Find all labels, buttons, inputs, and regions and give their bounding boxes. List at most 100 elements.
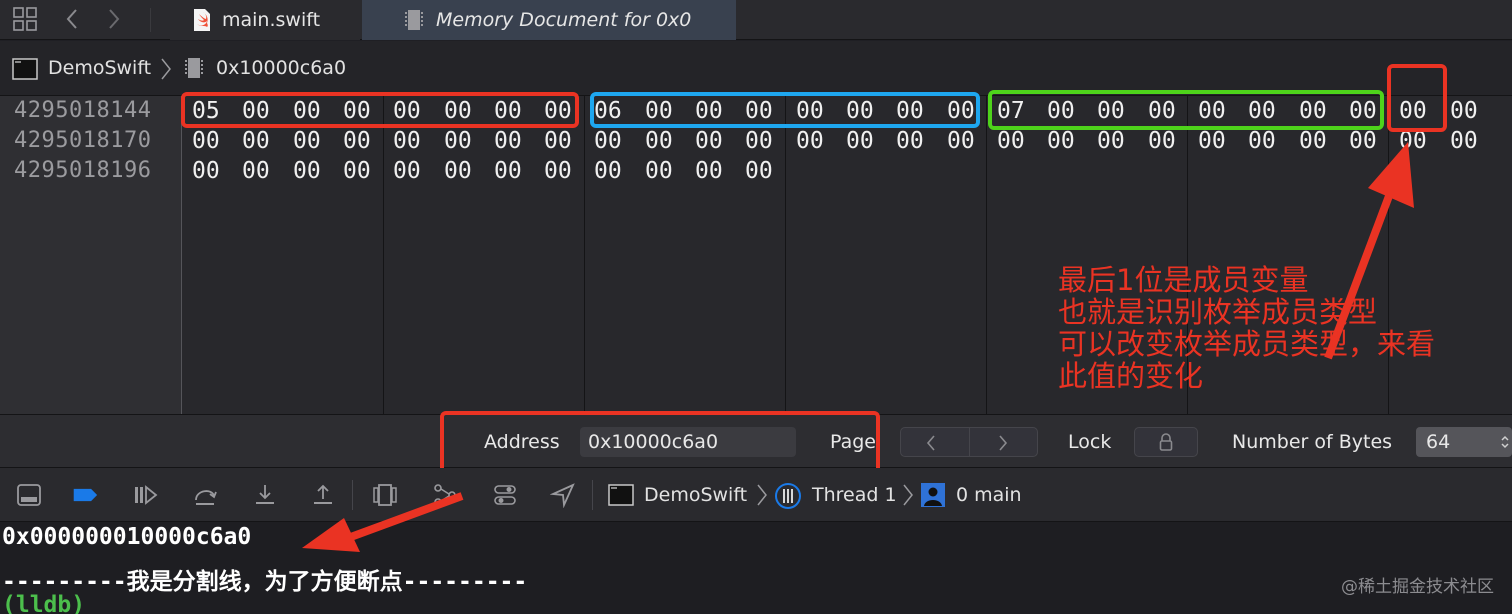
memory-byte[interactable]: 00: [645, 128, 685, 154]
memory-byte[interactable]: 00: [393, 128, 433, 154]
memory-byte[interactable]: 00: [1450, 98, 1490, 124]
memory-byte[interactable]: 00: [695, 128, 735, 154]
jump-bar-project[interactable]: DemoSwift: [48, 57, 151, 79]
highlight-enum-tag-byte: [1387, 64, 1447, 132]
memory-byte[interactable]: 00: [544, 158, 584, 184]
memory-byte[interactable]: 00: [997, 128, 1037, 154]
memory-byte[interactable]: 00: [796, 128, 836, 154]
memory-byte[interactable]: 00: [846, 128, 886, 154]
memory-byte[interactable]: 00: [745, 128, 785, 154]
column-divider: [584, 96, 585, 414]
environment-overrides-icon[interactable]: [492, 482, 518, 508]
annotation-arrow: [302, 492, 464, 552]
highlight-red-case-1: [181, 92, 579, 128]
tab-label: main.swift: [222, 9, 321, 31]
memory-byte[interactable]: 00: [343, 128, 383, 154]
continue-icon[interactable]: [132, 482, 158, 508]
page-stepper[interactable]: [900, 427, 1038, 457]
memory-byte[interactable]: 00: [1148, 128, 1188, 154]
memory-byte[interactable]: 00: [947, 128, 987, 154]
column-divider: [383, 96, 384, 414]
tab-bar: main.swift Memory Document for 0x0: [0, 0, 1512, 40]
memory-byte[interactable]: 00: [1450, 128, 1490, 154]
memory-byte[interactable]: 00: [1097, 128, 1137, 154]
memory-byte[interactable]: 00: [494, 158, 534, 184]
highlight-green-case-3: [988, 90, 1384, 130]
debug-crumb-project[interactable]: DemoSwift: [644, 484, 747, 506]
memory-byte[interactable]: 00: [192, 128, 232, 154]
memory-byte[interactable]: 00: [695, 158, 735, 184]
memory-byte[interactable]: 00: [293, 158, 333, 184]
thread-icon: [775, 483, 801, 509]
annotation-line: 也就是识别枚举成员类型: [1058, 295, 1378, 329]
memory-byte[interactable]: 00: [343, 158, 383, 184]
number-of-bytes-value: 64: [1426, 431, 1451, 453]
debug-toolbar: DemoSwift Thread 1 0 main: [0, 468, 1512, 522]
memory-byte[interactable]: 00: [192, 158, 232, 184]
memory-byte[interactable]: 00: [1047, 128, 1087, 154]
lock-toggle[interactable]: [1134, 427, 1198, 457]
memory-byte[interactable]: 00: [444, 128, 484, 154]
annotation-line: 此值的变化: [1058, 359, 1204, 393]
console-output-line: 0x000000010000c6a0: [2, 524, 252, 550]
memory-byte[interactable]: 00: [645, 158, 685, 184]
chevron-right-icon: [903, 484, 913, 506]
memory-byte[interactable]: 00: [896, 128, 936, 154]
next-page-icon[interactable]: [997, 434, 1009, 452]
debug-crumb-frame[interactable]: 0 main: [956, 484, 1022, 506]
row-address: 4295018196: [14, 158, 152, 183]
tab-main-swift[interactable]: main.swift: [170, 0, 360, 40]
annotation-line: 最后1位是成员变量: [1058, 263, 1309, 297]
updown-chevron-icon: [1501, 435, 1509, 449]
hide-debug-area-icon[interactable]: [16, 482, 42, 508]
row-address: 4295018170: [14, 128, 152, 153]
memory-byte[interactable]: 00: [242, 128, 282, 154]
lock-icon: [1159, 433, 1173, 451]
memory-byte[interactable]: 00: [1248, 128, 1288, 154]
previous-page-icon[interactable]: [925, 434, 937, 452]
memory-byte[interactable]: 00: [594, 128, 634, 154]
chevron-right-icon: [757, 484, 767, 506]
step-over-icon[interactable]: [192, 482, 218, 508]
back-icon[interactable]: [64, 7, 80, 31]
memory-byte[interactable]: 00: [494, 128, 534, 154]
swift-file-icon: [194, 9, 210, 31]
console-output-line: ---------我是分割线，为了方便断点---------: [2, 569, 528, 595]
jump-bar-document[interactable]: 0x10000c6a0: [216, 57, 346, 79]
memory-byte[interactable]: 00: [444, 158, 484, 184]
step-into-icon[interactable]: [252, 482, 278, 508]
memory-byte[interactable]: 00: [594, 158, 634, 184]
stepper-divider: [969, 428, 970, 456]
simulate-location-icon[interactable]: [550, 482, 576, 508]
number-of-bytes-select[interactable]: 64: [1416, 427, 1512, 457]
lock-label: Lock: [1068, 431, 1112, 453]
memory-byte[interactable]: 00: [544, 128, 584, 154]
annotation-line: 可以改变枚举成员类型，来看: [1058, 327, 1436, 361]
debug-crumb-thread[interactable]: Thread 1: [812, 484, 897, 506]
stack-frame-user-icon: [921, 483, 945, 507]
chevron-right-icon: [161, 58, 171, 80]
memory-byte[interactable]: 00: [745, 158, 785, 184]
highlight-blue-case-2: [590, 92, 980, 128]
memory-byte[interactable]: 00: [293, 128, 333, 154]
memory-byte[interactable]: 00: [393, 158, 433, 184]
column-divider: [785, 96, 786, 414]
tab-label: Memory Document for 0x0: [436, 9, 692, 31]
memory-viewer[interactable]: 4295018144 4295018170 4295018196 05 00 00 0…: [0, 64, 1512, 414]
number-of-bytes-label: Number of Bytes: [1232, 431, 1393, 453]
app-target-icon: [608, 484, 634, 506]
app-target-icon: [12, 58, 38, 80]
memory-chip-icon: [185, 58, 203, 78]
forward-icon[interactable]: [106, 7, 122, 31]
row-address: 4295018144: [14, 98, 152, 123]
memory-controls-bar: Address 0x10000c6a0 Page Lock Number of …: [0, 411, 1512, 483]
toolbar-divider: [592, 480, 593, 510]
memory-byte[interactable]: 00: [1198, 128, 1238, 154]
lldb-prompt: (lldb): [2, 592, 86, 614]
lldb-console[interactable]: 0x000000010000c6a0 ---------我是分割线，为了方便断点…: [0, 492, 1512, 614]
related-items-grid-icon[interactable]: [12, 6, 38, 32]
breakpoints-toggle-icon[interactable]: [72, 482, 98, 508]
tab-memory-document[interactable]: Memory Document for 0x0: [362, 0, 736, 40]
jump-bar: DemoSwift 0x10000c6a0: [0, 41, 1512, 96]
memory-byte[interactable]: 00: [242, 158, 282, 184]
